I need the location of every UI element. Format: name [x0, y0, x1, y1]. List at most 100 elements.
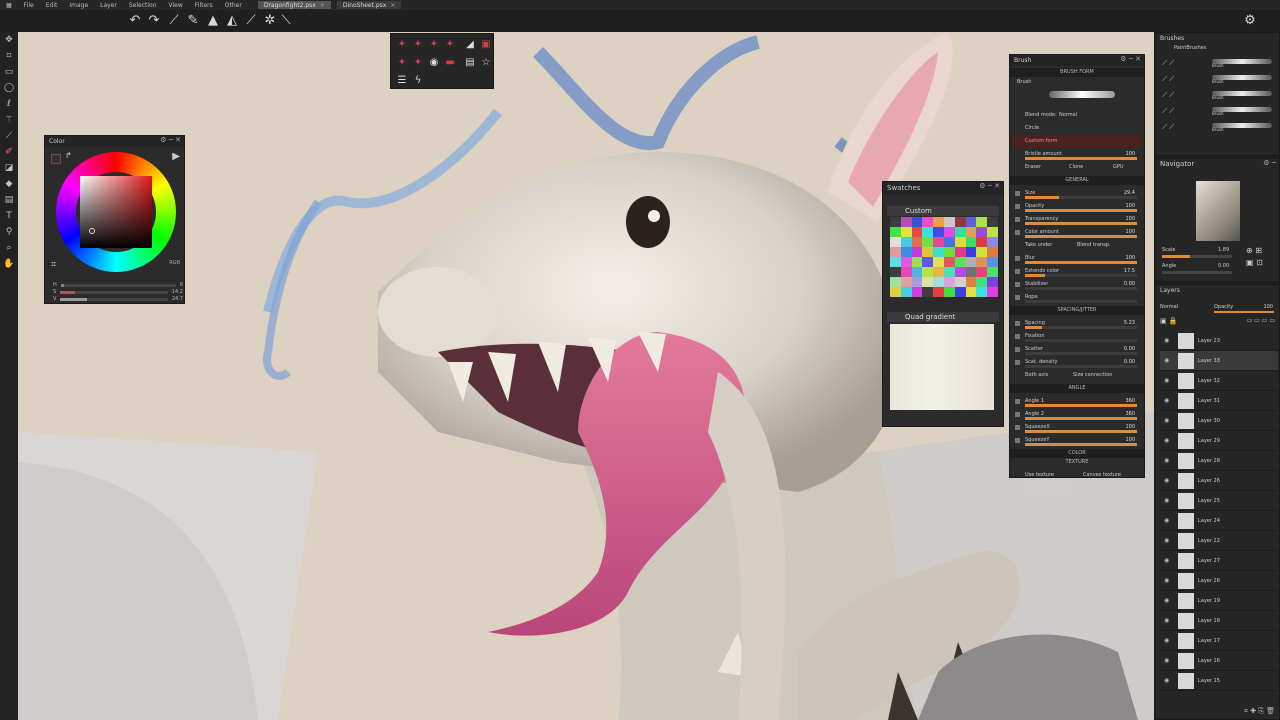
color-swatch[interactable]	[890, 247, 901, 257]
visibility-eye-icon[interactable]: ◉	[1164, 631, 1169, 651]
use-texture-label[interactable]: Use texture	[1025, 472, 1054, 478]
angle-slider[interactable]	[1162, 271, 1232, 274]
bristle-row[interactable]: Bristle amount 100	[1013, 148, 1141, 161]
color-swatch[interactable]	[965, 287, 977, 297]
color-swatch[interactable]	[911, 237, 923, 247]
quick-brush-icon[interactable]: ◉	[427, 56, 441, 70]
take-under-label[interactable]: Take under	[1025, 242, 1052, 248]
grid-icon[interactable]: ⌗	[51, 260, 56, 270]
value-row[interactable]: V 24.7	[53, 296, 183, 302]
color-swatch[interactable]	[911, 287, 923, 297]
text-tool-icon[interactable]: T	[0, 208, 18, 224]
close-tab-icon[interactable]: ✕	[320, 2, 325, 9]
color-swatch[interactable]	[922, 227, 934, 237]
menu-selection[interactable]: Selection	[123, 2, 163, 9]
color-swatch[interactable]	[944, 227, 955, 237]
color-swatch[interactable]	[954, 237, 966, 247]
move-tool-icon[interactable]: ✥	[0, 32, 18, 48]
app-icon[interactable]: ▦	[0, 2, 18, 9]
color-swatch[interactable]	[976, 257, 988, 267]
brush-param-row[interactable]: Fixation	[1013, 330, 1141, 343]
color-swatch[interactable]	[965, 217, 977, 227]
color-swatch[interactable]	[911, 247, 923, 257]
brush-icon[interactable]: ⟋	[166, 13, 182, 29]
menu-filters[interactable]: Filters	[189, 2, 219, 9]
clone-label[interactable]: Clone	[1069, 161, 1083, 174]
visibility-eye-icon[interactable]: ◉	[1164, 591, 1169, 611]
color-swatch[interactable]	[987, 287, 998, 297]
color-swatch[interactable]	[987, 247, 998, 257]
color-swatch[interactable]	[965, 237, 977, 247]
visibility-eye-icon[interactable]: ◉	[1164, 551, 1169, 571]
brush-param-row[interactable]: Scatter 0.00	[1013, 343, 1141, 356]
scale-value[interactable]: 1.89	[1218, 247, 1229, 253]
color-swatch[interactable]	[900, 287, 912, 297]
layer-row[interactable]: ◉ Layer 15	[1160, 671, 1278, 691]
param-slider[interactable]	[1025, 261, 1137, 264]
color-swatch[interactable]	[890, 257, 901, 267]
quad-gradient-header[interactable]: Quad gradient	[887, 312, 999, 322]
axis-row[interactable]: Both axis Size connection	[1013, 369, 1141, 382]
pencil-icon[interactable]: ⟍	[278, 13, 294, 29]
param-slider[interactable]	[1025, 339, 1137, 342]
color-mode-label[interactable]: RGB	[169, 260, 180, 266]
visibility-eye-icon[interactable]: ◉	[1164, 411, 1169, 431]
navigator-thumbnail[interactable]	[1196, 181, 1240, 241]
layer-list[interactable]: ◉ Layer 23 ◉ Layer 33 ◉ Layer 32 ◉ Layer 31 ◉ Lay…	[1160, 331, 1278, 691]
layer-row[interactable]: ◉ Layer 33	[1160, 351, 1278, 371]
color-swatch[interactable]	[933, 217, 944, 227]
color-swatch[interactable]	[976, 237, 988, 247]
param-slider[interactable]	[1025, 404, 1137, 407]
undo-icon[interactable]: ↶	[127, 13, 143, 29]
quick-brush-icon[interactable]: ✦	[395, 38, 409, 52]
color-swatch[interactable]	[933, 247, 944, 257]
color-swatch[interactable]	[976, 267, 988, 277]
layer-row[interactable]: ◉ Layer 24	[1160, 511, 1278, 531]
param-slider[interactable]	[1025, 274, 1137, 277]
color-swatch[interactable]	[954, 217, 966, 227]
layer-row[interactable]: ◉ Layer 19	[1160, 591, 1278, 611]
quick-brush-icon[interactable]: ▣	[479, 38, 493, 52]
visibility-eye-icon[interactable]: ◉	[1164, 611, 1169, 631]
settings-icon[interactable]: ✲	[262, 13, 278, 29]
panel-controls-icon[interactable]: ⚙ ─	[1263, 159, 1276, 167]
color-swatch[interactable]	[965, 227, 977, 237]
color-swatch[interactable]	[944, 247, 955, 257]
visibility-eye-icon[interactable]: ◉	[1164, 531, 1169, 551]
panel-controls-icon[interactable]: ⚙ ─ ✕	[979, 182, 1000, 190]
document-tab[interactable]: DinoSheet.psx ✕	[336, 1, 402, 9]
smudge-icon[interactable]: ✎	[185, 13, 201, 29]
color-swatch[interactable]	[944, 267, 955, 277]
layer-row[interactable]: ◉ Layer 26	[1160, 471, 1278, 491]
fill-icon[interactable]: ▲	[205, 13, 221, 29]
both-axis-label[interactable]: Both axis	[1025, 372, 1048, 378]
param-slider[interactable]	[1025, 300, 1137, 303]
swap-colors-icon[interactable]: ↱	[65, 151, 72, 160]
layer-blend-mode[interactable]: Normal	[1160, 304, 1178, 310]
menu-view[interactable]: View	[163, 2, 189, 9]
layer-footer-icons[interactable]: ⌗ ✚ ⎘ 🗑	[1160, 707, 1275, 717]
color-swatch[interactable]	[900, 247, 912, 257]
color-swatch[interactable]	[900, 257, 912, 267]
color-swatch[interactable]	[976, 247, 988, 257]
layer-row[interactable]: ◉ Layer 22	[1160, 531, 1278, 551]
clone-tool-icon[interactable]: ⚲	[0, 224, 18, 240]
opacity-value[interactable]: 100	[1263, 304, 1273, 310]
document-tab-active[interactable]: Dragonfight2.psx ✕	[257, 1, 331, 9]
blend-mode-value[interactable]: Normal	[1059, 109, 1077, 122]
layer-row[interactable]: ◉ Layer 23	[1160, 331, 1278, 351]
double-brush-row[interactable]: Use double brush	[1013, 482, 1141, 495]
current-color-swatch[interactable]	[51, 154, 61, 164]
layer-row[interactable]: ◉ Layer 18	[1160, 611, 1278, 631]
menu-edit[interactable]: Edit	[40, 2, 64, 9]
color-swatch[interactable]	[944, 237, 955, 247]
eraser-label[interactable]: Eraser	[1025, 164, 1041, 170]
param-slider[interactable]	[1025, 430, 1137, 433]
color-swatch[interactable]	[922, 267, 934, 277]
color-swatch[interactable]	[890, 277, 901, 287]
brush-param-row[interactable]: Scat. density 0.00	[1013, 356, 1141, 369]
color-swatch[interactable]	[954, 267, 966, 277]
swatch-grid[interactable]	[890, 217, 998, 297]
color-swatch[interactable]	[890, 287, 901, 297]
param-slider[interactable]	[1025, 326, 1137, 329]
